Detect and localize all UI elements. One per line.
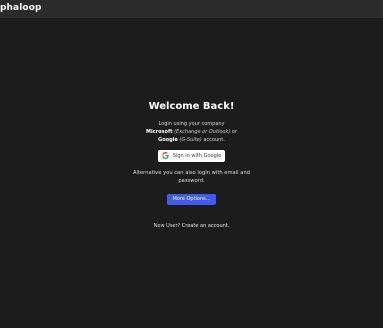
new-user-label: New User? [153,223,181,229]
new-user-prompt: New User? Create an account. [0,223,383,229]
login-line-1: Login using your company [158,121,225,127]
google-signin-button[interactable]: Sign in with Google [157,149,226,162]
page-title: Welcome Back! [148,101,235,112]
google-g-icon [161,152,169,159]
login-instructions: Login using your company Microsoft (Exch… [0,120,383,144]
google-signin-label: Sign in with Google [172,152,222,159]
microsoft-note: (Exchange or Outlook) [174,129,231,135]
create-account-link[interactable]: Create an account. [182,223,230,229]
google-label: Google [158,137,178,143]
account-label: account. [203,137,225,143]
alternative-login-text: Alternative you can also login with emai… [132,170,251,184]
microsoft-label: Microsoft [145,129,173,135]
google-note: (G-Suite) [179,137,202,143]
more-options-button[interactable]: More Options... [167,194,216,205]
or-label: or [231,129,238,135]
login-card: Welcome Back! Login using your company M… [0,100,383,229]
brand-logo[interactable]: phaloop [0,3,42,13]
top-bar: phaloop [0,0,383,18]
